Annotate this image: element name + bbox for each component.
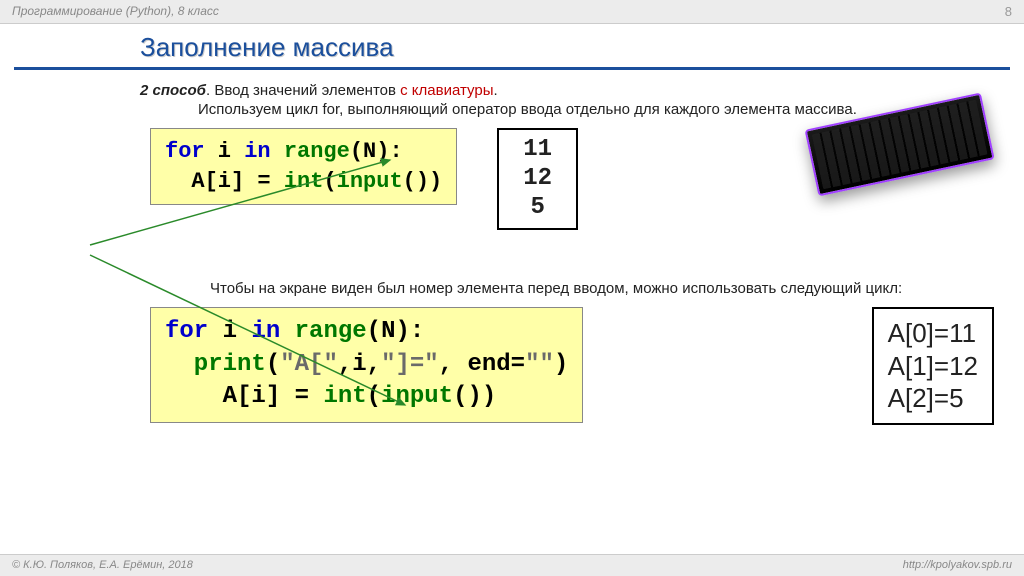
kw-for2: for xyxy=(165,318,208,345)
tok-i2: i xyxy=(208,318,251,345)
kw-for: for xyxy=(165,139,205,164)
method-line: 2 способ. Ввод значений элементов с клав… xyxy=(140,82,994,99)
tok-i: i xyxy=(205,139,245,164)
fn-range2: range xyxy=(280,318,366,345)
kw-in2: in xyxy=(251,318,280,345)
out2-line: A[2]=5 xyxy=(888,382,978,415)
tok-parenN2: (N): xyxy=(367,318,425,345)
tok-end: , end= xyxy=(439,351,525,378)
out2-line: A[0]=11 xyxy=(888,317,978,350)
str-Alb: "A[" xyxy=(280,351,338,378)
tok-lp: ( xyxy=(266,351,280,378)
kw-in: in xyxy=(244,139,270,164)
output-box-2: A[0]=11 A[1]=12 A[2]=5 xyxy=(872,307,994,425)
out1-line: 5 xyxy=(523,194,552,223)
slide-footer: © К.Ю. Поляков, Е.А. Ерёмин, 2018 http:/… xyxy=(0,554,1024,576)
copyright: © К.Ю. Поляков, Е.А. Ерёмин, 2018 xyxy=(12,559,193,572)
fn-input: input xyxy=(337,169,403,194)
method-highlight: с клавиатуры xyxy=(400,82,493,99)
tok-paren-n: (N): xyxy=(350,139,403,164)
fn-range: range xyxy=(271,139,350,164)
method-number: 2 способ xyxy=(140,82,206,99)
tok-lp2: ( xyxy=(367,383,381,410)
out1-line: 12 xyxy=(523,165,552,194)
page-number: 8 xyxy=(1005,4,1012,19)
str-empty: "" xyxy=(525,351,554,378)
str-Arb: "]=" xyxy=(381,351,439,378)
tok-rp2: ()) xyxy=(453,383,496,410)
subject-label: Программирование (Python), 8 класс xyxy=(12,4,219,19)
tok-rp: ) xyxy=(554,351,568,378)
fn-print: print xyxy=(165,351,266,378)
output-box-1: 11 12 5 xyxy=(497,128,578,230)
fn-input2: input xyxy=(381,383,453,410)
title-underline xyxy=(14,67,1010,70)
code-block-2: for i in range(N): print("A[",i,"]=", en… xyxy=(150,307,583,422)
slide-header: Программирование (Python), 8 класс 8 xyxy=(0,0,1024,24)
fn-int2: int xyxy=(323,383,366,410)
method-dot: . xyxy=(494,82,498,99)
tok-comma-i: ,i, xyxy=(338,351,381,378)
row-code2: for i in range(N): print("A[",i,"]=", en… xyxy=(150,307,994,425)
footer-url: http://kpolyakov.spb.ru xyxy=(903,559,1012,572)
fn-int: int xyxy=(284,169,324,194)
out1-line: 11 xyxy=(523,136,552,165)
mid-description: Чтобы на экране виден был номер элемента… xyxy=(210,280,910,297)
slide-title: Заполнение массива xyxy=(140,32,1024,63)
out2-line: A[1]=12 xyxy=(888,350,978,383)
method-intro: . Ввод значений элементов xyxy=(206,82,400,99)
tok-lparen: ( xyxy=(323,169,336,194)
tok-ai-eq: A[i] = xyxy=(165,169,284,194)
code-block-1: for i in range(N): A[i] = int(input()) xyxy=(150,128,457,205)
tok-ai-eq2: A[i] = xyxy=(165,383,323,410)
tok-rparens: ()) xyxy=(403,169,443,194)
